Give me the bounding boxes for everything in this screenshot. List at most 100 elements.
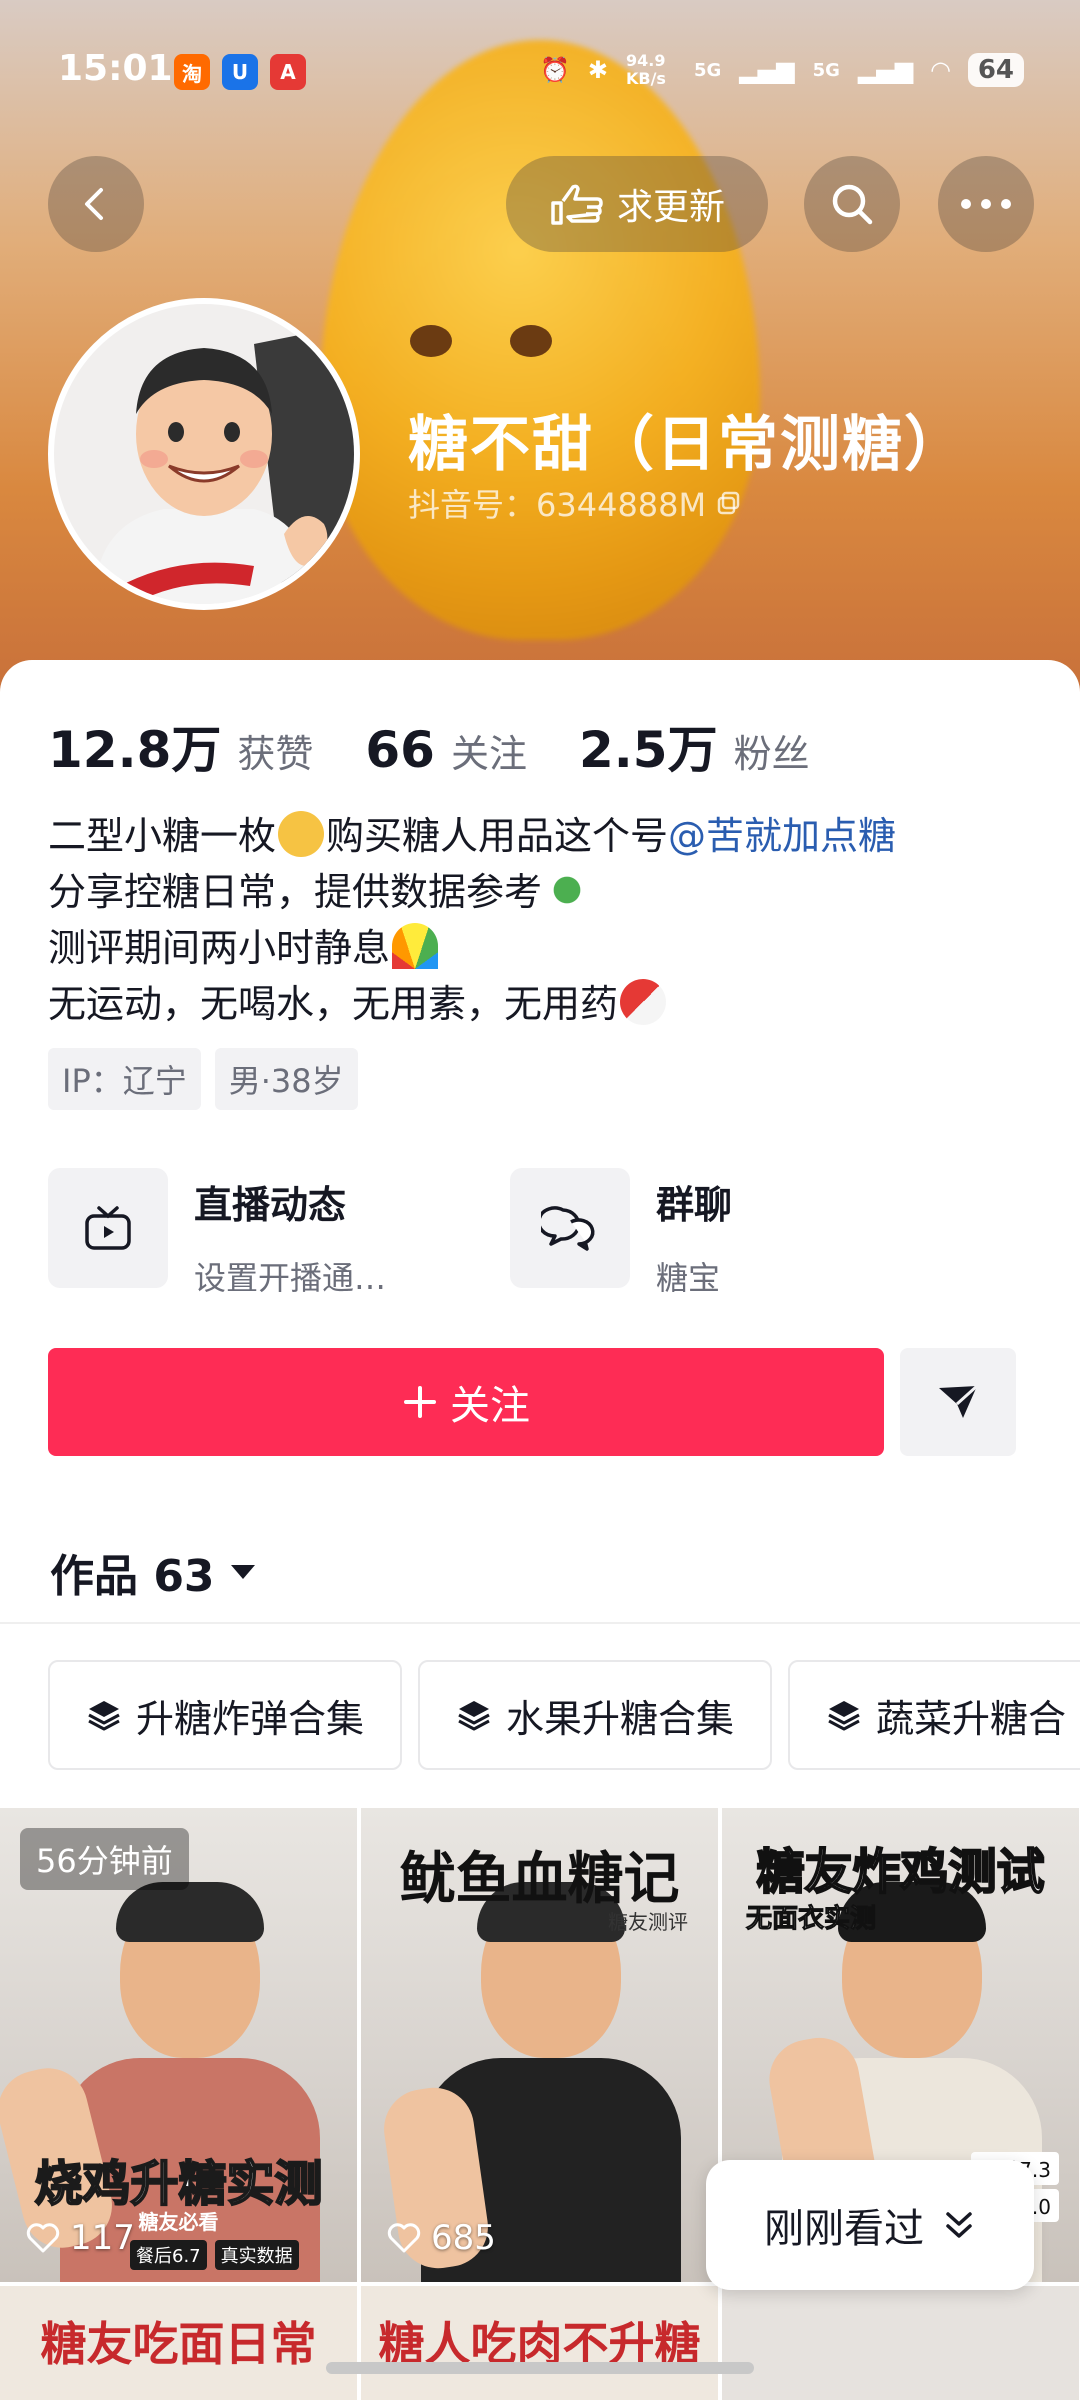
stats-row: 12.8万 获赞 66 关注 2.5万 粉丝	[48, 710, 862, 782]
divider	[0, 1622, 1080, 1624]
recently-viewed-button[interactable]: 刚刚看过	[706, 2160, 1034, 2290]
followers-label: 粉丝	[733, 732, 810, 776]
profile-tags: IP：辽宁 男·38岁	[48, 1048, 358, 1110]
a-app-icon: A	[270, 54, 306, 90]
group-chat-feature[interactable]: 群聊 糖宝	[510, 1168, 732, 1299]
collection-chip-label: 升糖炸弹合集	[136, 1696, 365, 1741]
rainbow-emoji-icon	[392, 923, 439, 969]
search-button[interactable]	[804, 156, 900, 252]
works-tab[interactable]: 作品 63	[50, 1540, 257, 1604]
double-chevron-down-icon	[946, 2212, 972, 2238]
following-count[interactable]: 66	[365, 721, 435, 779]
status-time: 15:01	[58, 48, 173, 89]
bio-line3: 测评期间两小时静息	[48, 926, 391, 970]
collection-chip[interactable]: 水果升糖合集	[418, 1660, 773, 1770]
collection-chip[interactable]: 升糖炸弹合集	[48, 1660, 403, 1770]
group-chat-subtitle: 糖宝	[656, 1259, 721, 1297]
heart-icon	[26, 2223, 60, 2253]
tv-icon	[48, 1168, 168, 1288]
layers-icon	[458, 1701, 490, 1731]
u-app-icon: U	[222, 54, 258, 90]
triangle-down-icon	[230, 1565, 255, 1579]
profile-avatar[interactable]	[48, 298, 360, 610]
signal-icon: ▂▄▆	[739, 56, 795, 84]
video-likes: 685	[387, 2218, 496, 2258]
live-feature[interactable]: 直播动态 设置开播通…	[48, 1168, 386, 1299]
gender-age-tag: 男·38岁	[214, 1048, 358, 1110]
pill-emoji-icon	[620, 979, 667, 1025]
collection-chip-label: 水果升糖合集	[506, 1696, 735, 1741]
video-tile[interactable]: 鱿鱼血糖记 糖友测评 685	[361, 1808, 718, 2282]
search-icon	[832, 184, 873, 225]
live-feature-subtitle: 设置开播通…	[194, 1259, 387, 1297]
live-feature-title: 直播动态	[194, 1183, 347, 1227]
group-chat-title: 群聊	[656, 1183, 733, 1227]
heart-icon	[387, 2223, 421, 2253]
video-chip: 真实数据	[214, 2240, 299, 2270]
paper-plane-icon	[939, 1384, 979, 1418]
cartoon-avatar-image	[54, 304, 354, 604]
mention-link[interactable]: @苦就加点糖	[668, 814, 896, 858]
video-chip: 餐后6.7	[130, 2240, 207, 2270]
video-title: 鱿鱼血糖记	[399, 1846, 680, 1912]
time-badge: 56分钟前	[20, 1828, 189, 1890]
hand-point-icon	[551, 184, 603, 225]
video-likes: 117	[26, 2218, 135, 2258]
douyin-id-row[interactable]: 抖音号：6344888M	[408, 480, 742, 526]
like-count: 685	[431, 2218, 496, 2258]
wifi-icon: ◠	[931, 56, 950, 84]
status-bar: 15:01 淘 U A ⏰ ✱ 94.9 KB/s 5G ▂▄▆ 5G ▂▄▆ …	[0, 48, 1080, 96]
video-tile[interactable]	[722, 2286, 1079, 2400]
video-tile[interactable]: 糖人吃肉不升糖	[361, 2286, 718, 2400]
profile-bio: 二型小糖一枚 购买糖人用品这个号@苦就加点糖 分享控糖日常，提供数据参考 测评期间…	[48, 808, 896, 1032]
nerd-face-emoji-icon	[278, 811, 325, 857]
signal-5g-1: 5G	[693, 59, 722, 81]
chevron-left-icon	[85, 188, 103, 220]
layers-icon	[828, 1701, 860, 1731]
video-thumbnail	[722, 2286, 1079, 2400]
plus-icon	[404, 1386, 436, 1418]
signal-icon: ▂▄▆	[857, 56, 914, 84]
collection-chip-label: 蔬菜升糖合	[876, 1696, 1067, 1741]
back-button[interactable]	[48, 156, 144, 252]
video-subtitle: 糖友测评	[608, 1910, 688, 1934]
bio-line1b: 购买糖人用品这个号	[326, 814, 669, 858]
net-speed: 94.9 KB/s	[625, 51, 666, 88]
request-update-button[interactable]: 求更新	[506, 156, 768, 252]
ip-location-tag: IP：辽宁	[48, 1048, 201, 1110]
video-title: 烧鸡升糖实测	[33, 2155, 323, 2213]
bio-line2: 分享控糖日常，提供数据参考	[48, 870, 543, 914]
chat-bubbles-icon	[510, 1168, 630, 1288]
layers-icon	[88, 1701, 120, 1731]
signal-5g-2: 5G	[812, 59, 840, 81]
battery-indicator: 64	[967, 53, 1024, 87]
more-dots-icon	[961, 199, 1011, 209]
likes-label: 获赞	[237, 732, 314, 776]
bluetooth-icon: ✱	[587, 56, 608, 84]
copy-icon[interactable]	[716, 490, 742, 516]
video-tile[interactable]: 糖友吃面日常	[0, 2286, 357, 2400]
home-indicator[interactable]	[326, 2362, 754, 2374]
douyin-id: 抖音号：6344888M	[408, 486, 707, 524]
likes-count[interactable]: 12.8万	[48, 710, 221, 782]
alarm-icon: ⏰	[539, 56, 570, 84]
profile-name: 糖不甜（日常测糖）	[408, 410, 966, 480]
bio-line1a: 二型小糖一枚	[48, 814, 277, 858]
more-button[interactable]	[938, 156, 1034, 252]
bio-line4: 无运动，无喝水，无用素，无用药	[48, 982, 619, 1026]
video-tile[interactable]: 56分钟前 烧鸡升糖实测 糖友必看 餐后6.7 真实数据 117	[0, 1808, 357, 2282]
request-update-label: 求更新	[616, 187, 725, 228]
mascot-eye	[410, 325, 452, 357]
collection-chips: 升糖炸弹合集 水果升糖合集 蔬菜升糖合	[48, 1660, 1080, 1770]
works-label: 作品 63	[50, 1551, 215, 1602]
following-label: 关注	[450, 732, 527, 776]
follow-label: 关注	[450, 1383, 530, 1429]
collection-chip[interactable]: 蔬菜升糖合	[788, 1660, 1080, 1770]
follow-button[interactable]: 关注	[48, 1348, 884, 1456]
followers-count[interactable]: 2.5万	[579, 710, 718, 782]
mascot-eye	[510, 325, 552, 357]
recently-viewed-label: 刚刚看过	[764, 2206, 924, 2252]
video-subtitle: 无面衣实测	[745, 1904, 877, 1935]
message-button[interactable]	[900, 1348, 1016, 1456]
taobao-icon: 淘	[174, 54, 210, 90]
